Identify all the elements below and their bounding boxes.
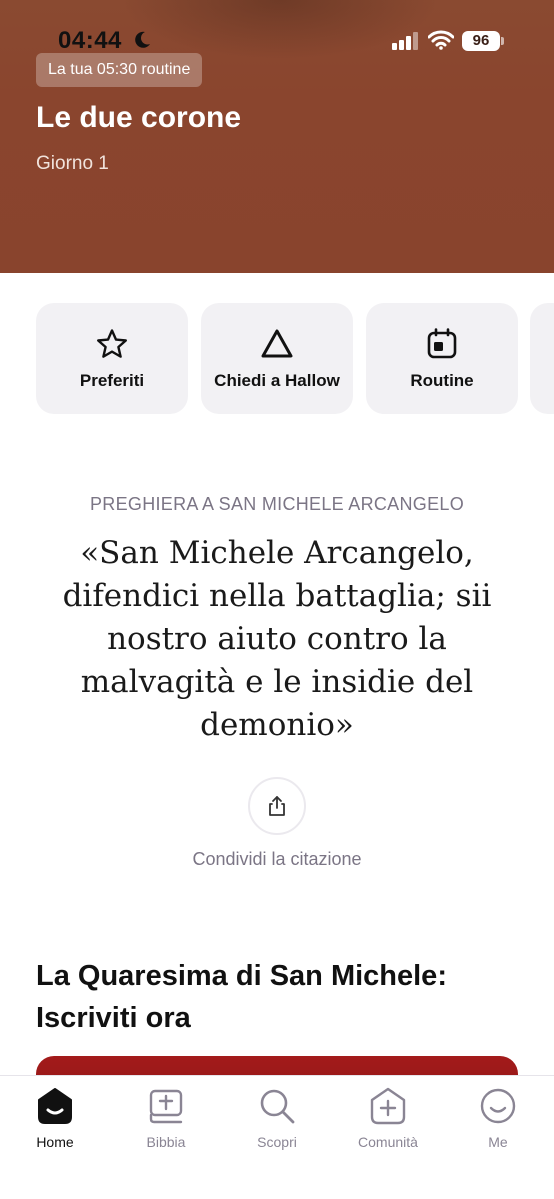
moon-icon [135,31,150,48]
battery-cap [501,37,504,45]
tab-home-label: Home [36,1134,74,1150]
session-title[interactable]: Le due corone [36,101,241,135]
status-time: 04:44 [58,27,122,54]
quote-text: «San Michele Arcangelo, difendici nella … [62,535,492,743]
favorites-button[interactable]: Preferiti [36,303,188,414]
hero-header: 04:44 96 La tua 05:30 routine Le due cor… [0,0,554,273]
search-icon [260,1089,295,1124]
tab-me[interactable]: Me [453,1086,543,1150]
battery-level: 96 [462,31,500,51]
routine-button[interactable]: Routine [366,303,518,414]
community-icon [370,1087,406,1125]
ask-hallow-button[interactable]: Chiedi a Hallow [201,303,353,414]
bible-icon [149,1089,183,1124]
bottom-tab-bar: Home Bibbia Scopri Comunità Me [0,1075,554,1199]
ask-hallow-label: Chiedi a Hallow [214,370,340,390]
quote-eyebrow: PREGHIERA A SAN MICHELE ARCANGELO [89,494,464,514]
routine-chip[interactable]: La tua 05:30 routine [36,53,203,87]
calendar-icon [427,327,457,358]
section-title: La Quaresima di San Michele: Iscriviti o… [36,960,447,1034]
tab-community[interactable]: Comunità [343,1086,433,1150]
home-icon [38,1088,72,1124]
routine-label: Routine [410,370,474,390]
tab-bible[interactable]: Bibbia [121,1086,211,1150]
cellular-signal-icon [392,32,418,50]
session-subtitle: Giorno 1 [36,153,109,174]
wifi-icon [428,30,454,50]
tab-home[interactable]: Home [10,1086,100,1150]
app-screen: 04:44 96 La tua 05:30 routine Le due cor… [0,0,554,1199]
more-actions-card[interactable] [530,303,554,414]
star-icon [97,328,127,358]
share-quote-label[interactable]: Condividi la citazione [0,849,554,870]
triangle-icon [261,329,293,357]
tab-discover-label: Scopri [257,1134,297,1150]
share-quote-button[interactable] [248,777,306,835]
tab-me-label: Me [488,1134,508,1150]
favorites-label: Preferiti [79,370,145,390]
quick-actions-row: Preferiti Chiedi a Hallow Routine [36,303,554,415]
profile-icon [480,1088,516,1124]
tab-community-label: Comunità [358,1134,418,1150]
tab-discover[interactable]: Scopri [232,1086,322,1150]
tab-bible-label: Bibbia [146,1134,186,1150]
share-icon [269,796,285,816]
